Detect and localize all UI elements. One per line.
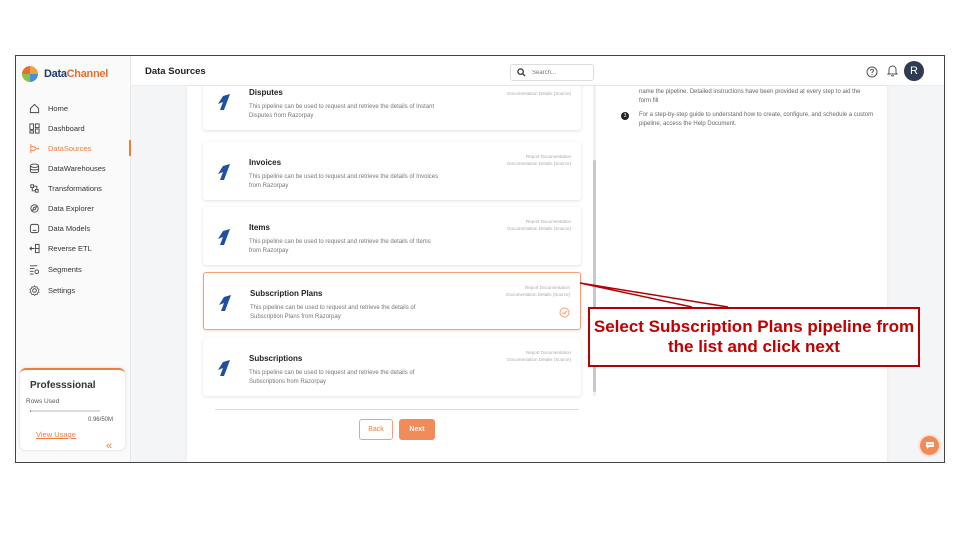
logo[interactable]: DataChannel [22, 66, 108, 82]
plan-title: Professsional [30, 380, 96, 391]
sidebar-item-data-models[interactable]: Data Models [16, 218, 131, 238]
page-title: Data Sources [145, 66, 206, 77]
sidebar-item-reverse-etl[interactable]: Reverse ETL [16, 238, 131, 258]
sidebar-item-datasources[interactable]: DataSources [16, 138, 131, 158]
chat-button[interactable] [920, 436, 939, 455]
rows-usage-bar [30, 410, 100, 412]
sidebar-item-label: DataSources [48, 143, 92, 153]
avatar[interactable]: R [904, 61, 924, 81]
pipeline-card-subscription-plans[interactable]: Subscription Plans This pipeline can be … [203, 272, 581, 330]
sidebar-item-label: Home [48, 103, 69, 113]
razorpay-logo-icon [217, 229, 231, 245]
sidebar-item-datawarehouses[interactable]: DataWarehouses [16, 158, 131, 178]
header: Data Sources R [131, 56, 944, 86]
documentation-details-link[interactable]: Documentation Details (Source) [507, 226, 571, 231]
sidebar-item-label: Settings [48, 285, 76, 295]
razorpay-logo-icon [218, 295, 232, 311]
rows-usage-fill [30, 410, 32, 412]
razorpay-logo-icon [217, 94, 231, 110]
documentation-details-link[interactable]: Documentation Details (Source) [507, 161, 571, 166]
pipeline-list: Disputes This pipeline can be used to re… [187, 86, 595, 404]
documentation-details-link[interactable]: Documentation Details (Source) [506, 292, 570, 297]
database-icon [28, 162, 40, 174]
sidebar-item-label: DataWarehouses [48, 163, 106, 173]
callout-text: Select Subscription Plans pipeline from … [593, 316, 915, 356]
step-number-badge: 3 [621, 112, 629, 120]
next-button[interactable]: Next [399, 419, 435, 440]
callout-box: Select Subscription Plans pipeline from … [588, 307, 920, 367]
help-info-panel: name the pipeline. Detailed instructions… [607, 86, 882, 166]
documentation-details-link[interactable]: Documentation Details (Source) [507, 357, 571, 362]
pipeline-description: This pipeline can be used to request and… [249, 370, 415, 385]
divider [215, 409, 579, 410]
collapse-sidebar-icon[interactable]: « [106, 440, 112, 452]
documentation-details-link[interactable]: Documentation Details (Source) [507, 91, 571, 96]
sidebar-item-settings[interactable]: Settings [16, 280, 131, 300]
sidebar-item-label: Data Models [48, 223, 91, 233]
bell-icon[interactable] [886, 64, 899, 82]
datachannel-logo-icon [22, 66, 38, 82]
sidebar-item-label: Segments [48, 264, 82, 274]
report-documentation-link[interactable]: Report Documentation [526, 219, 571, 224]
pipeline-name: Subscriptions [249, 354, 303, 363]
pipeline-name: Disputes [249, 88, 283, 97]
models-icon [28, 222, 40, 234]
logo-text-data: Data [44, 68, 67, 80]
pipeline-card-invoices[interactable]: Invoices This pipeline can be used to re… [203, 142, 581, 200]
pipeline-name: Subscription Plans [250, 289, 323, 298]
report-documentation-link[interactable]: Report Documentation [526, 154, 571, 159]
info-text: For a step-by-step guide to understand h… [639, 112, 874, 127]
sidebar-item-label: Dashboard [48, 123, 85, 133]
rows-used-label: Rows Used [26, 398, 60, 405]
sidebar-item-label: Transformations [48, 183, 102, 193]
razorpay-logo-icon [217, 360, 231, 376]
logo-text-channel: Channel [66, 68, 109, 80]
help-icon[interactable] [866, 65, 878, 83]
rows-used-value: 0.96/50M [87, 417, 113, 423]
report-documentation-link[interactable]: Report Documentation [526, 350, 571, 355]
sidebar-item-segments[interactable]: Segments [16, 259, 131, 279]
pipeline-card-items[interactable]: Items This pipeline can be used to reque… [203, 207, 581, 265]
sidebar: DataChannel Home Dashboard DataSources D… [16, 56, 131, 462]
search-icon [517, 64, 526, 82]
transform-icon [28, 182, 40, 194]
pipeline-name: Items [249, 223, 270, 232]
report-documentation-link[interactable]: Report Documentation [525, 285, 570, 290]
sidebar-item-data-explorer[interactable]: Data Explorer [16, 198, 131, 218]
pipeline-description: This pipeline can be used to request and… [249, 174, 439, 189]
back-button[interactable]: Back [359, 419, 393, 440]
home-icon [28, 102, 40, 114]
plan-card: Professsional Rows Used 0.96/50M View Us… [20, 368, 125, 450]
sidebar-item-transformations[interactable]: Transformations [16, 178, 131, 198]
pipeline-description: This pipeline can be used to request and… [249, 104, 435, 119]
view-usage-link[interactable]: View Usage [36, 430, 76, 439]
info-text: name the pipeline. Detailed instructions… [639, 89, 861, 104]
explorer-icon [28, 202, 40, 214]
main-panel: Disputes This pipeline can be used to re… [187, 86, 887, 462]
pipeline-name: Invoices [249, 158, 282, 167]
pipeline-description: This pipeline can be used to request and… [250, 305, 416, 320]
chat-icon [925, 437, 935, 455]
sidebar-item-label: Reverse ETL [48, 243, 92, 253]
pipeline-description: This pipeline can be used to request and… [249, 239, 431, 254]
search-box[interactable] [510, 64, 594, 81]
datasources-icon [28, 142, 40, 154]
app-window: DataChannel Home Dashboard DataSources D… [15, 55, 945, 463]
sidebar-item-dashboard[interactable]: Dashboard [16, 118, 131, 138]
sidebar-item-label: Data Explorer [48, 203, 94, 213]
search-input[interactable] [532, 69, 588, 76]
settings-icon [28, 284, 40, 296]
dashboard-icon [28, 122, 40, 134]
reverse-etl-icon [28, 242, 40, 254]
sidebar-item-home[interactable]: Home [16, 98, 131, 118]
razorpay-logo-icon [217, 164, 231, 180]
pipeline-card-disputes[interactable]: Disputes This pipeline can be used to re… [203, 86, 581, 130]
pipeline-card-subscriptions[interactable]: Subscriptions This pipeline can be used … [203, 338, 581, 396]
selected-check-icon [559, 305, 570, 323]
segments-icon [28, 263, 40, 275]
